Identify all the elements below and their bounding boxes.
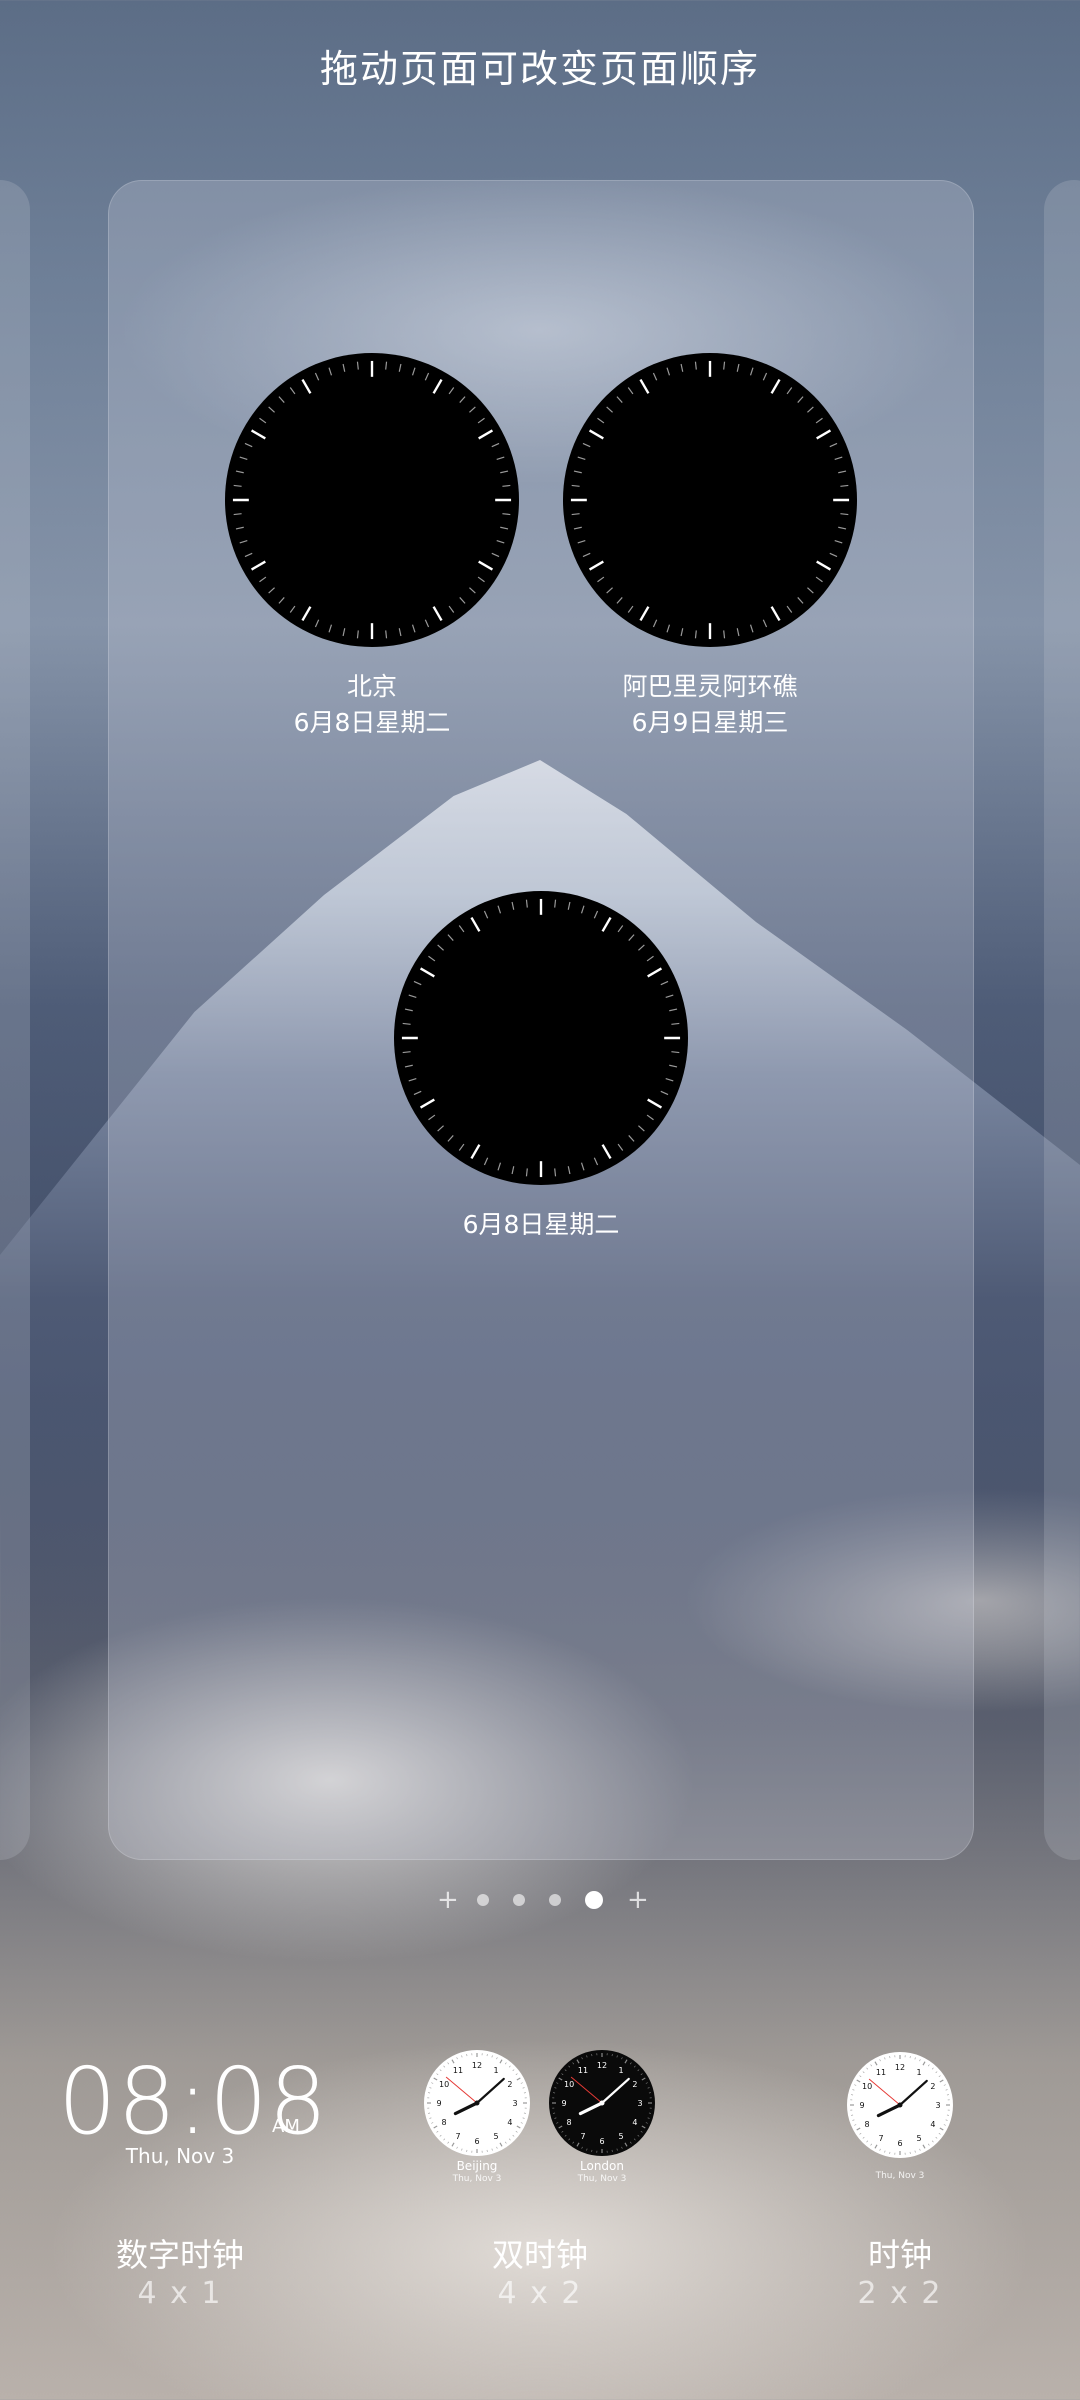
svg-text:3: 3 (935, 2101, 940, 2110)
svg-text:11: 11 (453, 2066, 463, 2075)
add-page-icon[interactable]: + (627, 1887, 649, 1913)
analog-clock-icon: 123456789101112 (847, 2052, 953, 2158)
analog-clock-icon: 123456789101112 (424, 2050, 530, 2156)
world-clock-abariringa[interactable] (561, 351, 859, 649)
svg-text:5: 5 (493, 2132, 498, 2141)
widget-size: 4 x 2 (497, 2276, 583, 2311)
svg-text:6: 6 (599, 2137, 604, 2146)
svg-text:5: 5 (618, 2132, 623, 2141)
page-dot[interactable] (549, 1894, 561, 1906)
add-page-icon[interactable]: + (437, 1887, 459, 1913)
widget-name: 双时钟 (491, 2236, 588, 2274)
svg-text:4: 4 (632, 2118, 637, 2127)
city-date: 6月8日星期二 (462, 1210, 620, 1239)
side-page-right[interactable] (1044, 180, 1080, 1860)
page-dot-active[interactable] (585, 1891, 603, 1909)
analog-date: Thu, Nov 3 (875, 2171, 925, 2181)
svg-text:1: 1 (493, 2066, 498, 2075)
svg-text:8: 8 (442, 2118, 447, 2127)
svg-text:1: 1 (916, 2068, 921, 2077)
analog-date-label: Thu, Nov 3 (840, 2170, 960, 2183)
svg-text:12: 12 (597, 2061, 607, 2070)
svg-text:1: 1 (618, 2066, 623, 2075)
svg-text:7: 7 (580, 2132, 585, 2141)
analog-clock: 1 2 3 4 5 6 7 8 9 10 11 12 (845, 2050, 957, 2162)
svg-text:4: 4 (930, 2120, 935, 2129)
city-name: 阿巴里灵阿环礁 (622, 672, 798, 701)
mini-clock-london: 1 2 3 4 5 6 7 8 9 10 11 12 (547, 2048, 657, 2158)
svg-text:2: 2 (507, 2080, 512, 2089)
svg-text:9: 9 (561, 2099, 566, 2108)
svg-text:3: 3 (512, 2099, 517, 2108)
svg-text:10: 10 (439, 2080, 449, 2089)
svg-text:2: 2 (632, 2080, 637, 2089)
svg-text:8: 8 (567, 2118, 572, 2127)
city-name: 北京 (346, 672, 397, 701)
svg-text:7: 7 (455, 2132, 460, 2141)
digital-ampm: AM (272, 2116, 300, 2137)
analog-clock-icon: 123456789101112 (549, 2050, 655, 2156)
world-clock-beijing[interactable] (223, 351, 521, 649)
svg-text:4: 4 (507, 2118, 512, 2127)
page-dot[interactable] (513, 1894, 525, 1906)
svg-text:5: 5 (916, 2134, 921, 2143)
mini-city: London (580, 2159, 624, 2173)
clock-face-icon (562, 352, 858, 648)
world-clock-local[interactable] (392, 889, 690, 1187)
mini-date: Thu, Nov 3 (452, 2174, 502, 2184)
svg-text:9: 9 (436, 2099, 441, 2108)
svg-text:11: 11 (876, 2068, 886, 2077)
svg-text:7: 7 (878, 2134, 883, 2143)
world-clock-label: 阿巴里灵阿环礁 6月9日星期三 (530, 669, 890, 741)
mini-date: Thu, Nov 3 (577, 2174, 627, 2184)
svg-text:12: 12 (895, 2063, 905, 2072)
widget-size: 2 x 2 (857, 2276, 943, 2311)
mini-city: Beijing (456, 2159, 498, 2173)
city-date: 6月8日星期二 (293, 708, 451, 737)
svg-text:9: 9 (859, 2101, 864, 2110)
svg-text:6: 6 (474, 2137, 479, 2146)
page-title: 拖动页面可改变页面顺序 (319, 47, 760, 91)
svg-text:10: 10 (564, 2080, 574, 2089)
clock-face-icon (224, 352, 520, 648)
page-dot[interactable] (477, 1894, 489, 1906)
svg-text:12: 12 (472, 2061, 482, 2070)
city-date: 6月9日星期三 (631, 708, 789, 737)
side-page-left[interactable] (0, 180, 30, 1860)
mini-clock-beijing: 1 2 3 4 5 6 7 8 9 10 11 12 (422, 2048, 532, 2158)
widget-size: 4 x 1 (137, 2276, 223, 2311)
world-clock-label: 北京 6月8日星期二 (192, 669, 552, 741)
digital-date: Thu, Nov 3 (125, 2144, 235, 2168)
svg-text:8: 8 (865, 2120, 870, 2129)
home-page-card[interactable]: 北京 6月8日星期二 阿巴里灵阿环礁 6月9日星期三 6月8日星期二 (108, 180, 974, 1860)
page-indicator[interactable]: + + (0, 1887, 1080, 1913)
digital-time: 08:08 (58, 2048, 329, 2155)
world-clock-label: 6月8日星期二 (361, 1207, 721, 1243)
svg-text:6: 6 (897, 2139, 902, 2148)
svg-text:2: 2 (930, 2082, 935, 2091)
widget-name: 数字时钟 (115, 2236, 244, 2274)
clock-face-icon (393, 890, 689, 1186)
mini-clock-label: Beijing Thu, Nov 3 (417, 2160, 537, 2186)
svg-text:3: 3 (637, 2099, 642, 2108)
widget-name: 时钟 (867, 2236, 932, 2274)
svg-text:11: 11 (578, 2066, 588, 2075)
mini-clock-label: London Thu, Nov 3 (542, 2160, 662, 2186)
svg-text:10: 10 (862, 2082, 872, 2091)
